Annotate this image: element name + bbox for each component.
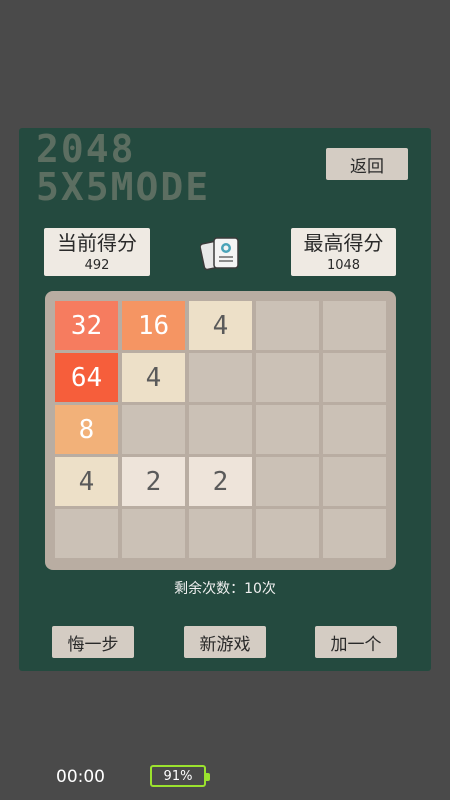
tile-2: 2 [122,457,185,506]
new-game-button[interactable]: 新游戏 [184,626,266,658]
tile-64: 64 [55,353,118,402]
current-score-box: 当前得分 492 [44,228,150,276]
best-score-label: 最高得分 [303,230,384,255]
empty-cell [256,405,319,454]
best-score-box: 最高得分 1048 [291,228,396,276]
tile-2: 2 [189,457,252,506]
empty-cell [256,353,319,402]
title-line-1: 2048 [36,127,136,171]
tile-16: 16 [122,301,185,350]
empty-cell [323,301,386,350]
tile-4: 4 [122,353,185,402]
empty-cell [55,509,118,558]
tile-8: 8 [55,405,118,454]
empty-cell [256,509,319,558]
current-score-label: 当前得分 [57,230,137,255]
empty-cell [189,405,252,454]
cards-icon[interactable] [199,236,244,272]
back-button[interactable]: 返回 [326,148,408,180]
empty-cell [256,457,319,506]
battery-tip-icon [206,773,210,781]
empty-cell [122,509,185,558]
game-title: 2048 5X5MODE [36,130,210,206]
empty-cell [256,301,319,350]
title-line-2: 5X5MODE [36,165,211,209]
undo-button[interactable]: 悔一步 [52,626,134,658]
empty-cell [323,405,386,454]
battery-indicator: 91% [150,765,210,787]
empty-cell [323,457,386,506]
tile-4: 4 [189,301,252,350]
empty-cell [122,405,185,454]
empty-cell [189,353,252,402]
best-score-value: 1048 [326,257,361,273]
empty-cell [323,353,386,402]
status-time: 00:00 [56,767,105,787]
remaining-moves-text: 剩余次数：10次 [174,581,276,597]
tile-4: 4 [55,457,118,506]
empty-cell [323,509,386,558]
empty-cell [189,509,252,558]
game-board[interactable]: 32 16 4 64 4 8 4 2 2 [45,291,396,570]
add-one-button[interactable]: 加一个 [315,626,397,658]
tile-32: 32 [55,301,118,350]
battery-level: 91% [163,768,193,784]
current-score-value: 492 [84,257,110,273]
